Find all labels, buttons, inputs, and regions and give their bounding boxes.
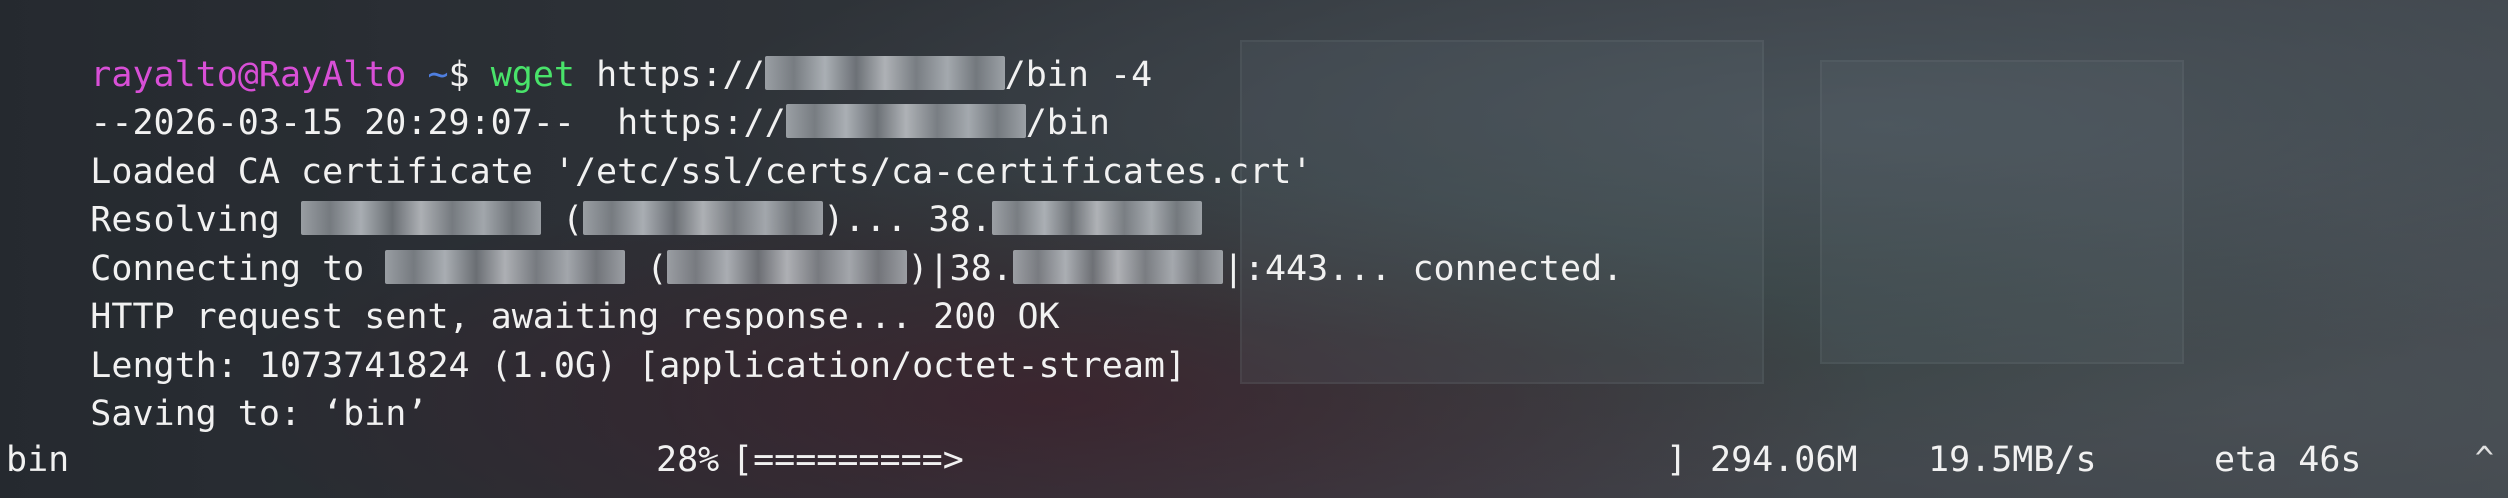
output-line-ca: Loaded CA certificate '/etc/ssl/certs/ca…: [6, 99, 2508, 192]
progress-bar: [=========>: [732, 440, 964, 480]
progress-filename: bin: [6, 440, 70, 480]
prompt-line: rayalto@RayAlto ~$ wget https:///bin -4: [6, 2, 2508, 95]
output-line-length: Length: 1073741824 (1.0G) [application/o…: [6, 293, 2508, 386]
terminal-output[interactable]: rayalto@RayAlto ~$ wget https:///bin -4 …: [6, 2, 2508, 498]
progress-eta: eta 46s: [2214, 440, 2362, 480]
caret-up-icon[interactable]: ^: [2475, 434, 2494, 482]
progress-downloaded: 294.06M: [1710, 440, 1858, 480]
progress-speed: 19.5MB/s: [1928, 440, 2097, 480]
output-line-connecting: Connecting to ()|38. |:443... connected.: [6, 196, 2508, 289]
output-line-timestamp: --2026-03-15 20:29:07-- https:///bin: [6, 51, 2508, 143]
progress-percent: 28%: [656, 440, 720, 480]
download-progress-line: bin 28% [=========> ] 294.06M 19.5MB/s e…: [6, 436, 2496, 484]
output-line-http: HTTP request sent, awaiting response... …: [6, 245, 2508, 337]
output-line-resolving: Resolving ()... 38.: [6, 148, 2508, 240]
output-line-saving: Saving to: ‘bin’: [6, 342, 2508, 434]
saving-text: Saving to: ‘bin’: [90, 394, 428, 434]
progress-bar-end: ]: [1666, 440, 1688, 480]
